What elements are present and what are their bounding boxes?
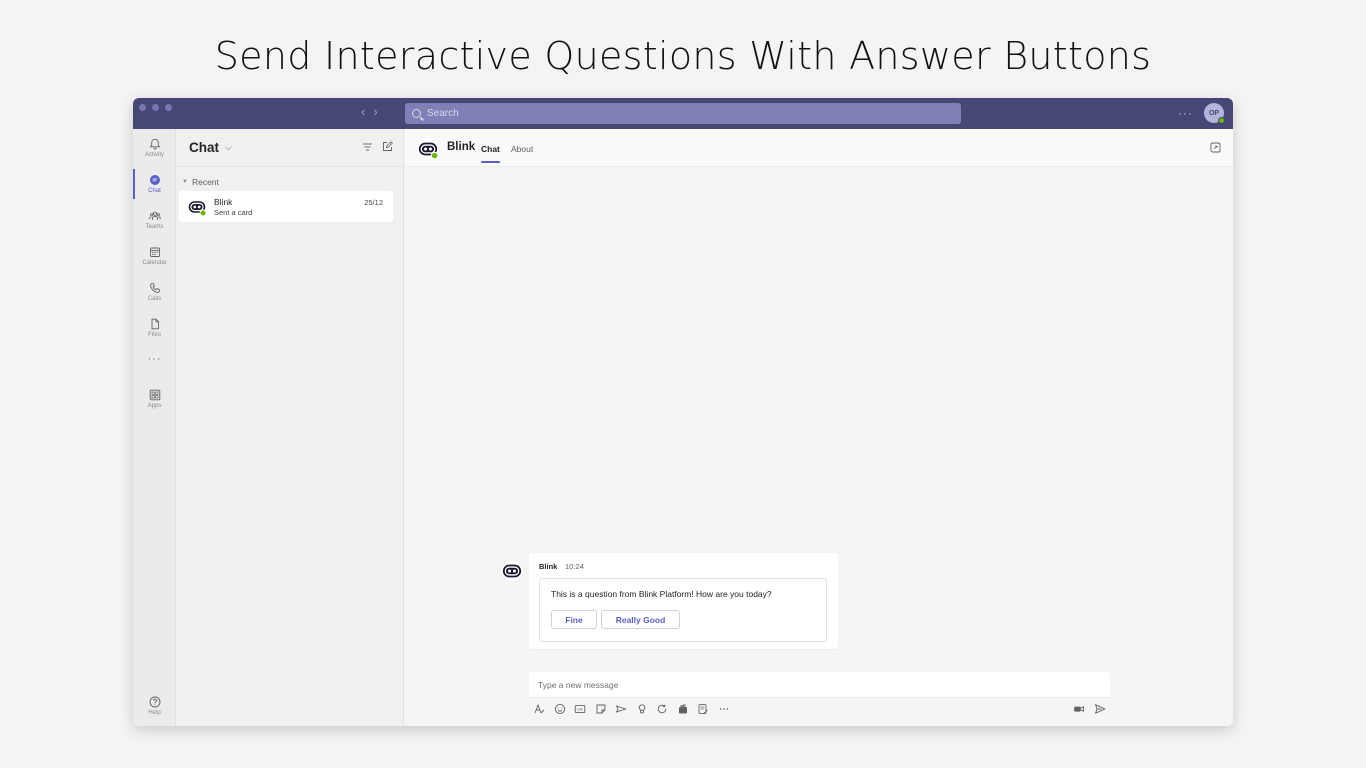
rail-item-activity[interactable]: Activity [133,131,176,165]
rail-item-calls[interactable]: Calls [133,275,176,309]
rail-item-label: Help [148,710,161,716]
compose-send-actions [1073,703,1106,715]
maximize-window-button[interactable] [165,104,172,111]
gif-icon[interactable]: GIF [574,703,586,715]
headline: Send Interactive Questions With Answer B… [214,34,1152,78]
presence-available-icon [1218,117,1225,124]
title-bar: ‹ › ··· OP [133,98,1233,129]
search-bar[interactable] [405,103,961,124]
forward-arrow-icon[interactable]: › [373,104,377,119]
bot-avatar-icon [417,138,439,160]
apps-bag-icon[interactable] [677,703,689,715]
chevron-down-icon[interactable]: ⌵ [225,142,232,153]
sticker-icon[interactable] [595,703,607,715]
compose-box[interactable] [529,672,1110,698]
chat-item-name: Blink [214,197,233,207]
video-clip-icon[interactable] [1073,703,1085,715]
message-bubble: Blink 10:24 This is a question from Blin… [529,553,838,649]
pop-out-icon[interactable] [1210,142,1221,153]
rail-item-label: Files [148,332,161,338]
emoji-icon[interactable] [554,703,566,715]
calendar-icon [149,247,160,257]
send-icon[interactable] [1094,703,1106,715]
tab-about[interactable]: About [511,144,533,154]
caret-down-icon: ▼ [182,179,188,185]
more-apps-icon[interactable]: ··· [133,353,176,365]
app-rail: Activity Chat Teams Calendar Calls Files… [133,129,176,726]
more-actions-icon[interactable] [718,703,730,715]
rail-item-help[interactable]: Help [133,696,176,716]
back-arrow-icon[interactable]: ‹ [361,104,365,119]
avatar-initials: OP [1208,109,1220,117]
rail-item-label: Calls [147,296,162,302]
chat-icon [149,175,160,185]
minimize-window-button[interactable] [152,104,159,111]
rail-item-teams[interactable]: Teams [133,203,176,237]
conversation-header: Blink Chat About [405,129,1233,167]
bell-icon [149,138,160,150]
rail-item-label: Calendar [142,260,167,266]
user-avatar[interactable]: OP [1204,103,1225,124]
format-icon[interactable] [533,703,545,715]
recent-section-header[interactable]: ▼ Recent [182,177,219,187]
window-controls [139,104,172,111]
conversation-title: Blink [447,141,476,153]
meet-now-icon[interactable] [615,703,627,715]
answer-really-good-button[interactable]: Really Good [601,610,680,629]
rail-item-label: Chat [148,188,161,194]
rail-item-label: Apps [147,403,162,409]
help-icon [149,696,160,708]
conversation-pane: Blink Chat About Blink 10:24 This is a q… [405,129,1233,726]
forms-icon[interactable] [697,703,709,715]
search-icon [412,109,421,118]
rail-item-calendar[interactable]: Calendar [133,239,176,273]
rail-item-files[interactable]: Files [133,311,176,345]
message-sender: Blink [539,562,558,571]
chat-list-pane: Chat ⌵ ▼ Recent Blink Sent a card 25/12 [176,129,404,726]
chat-list-item[interactable]: Blink Sent a card 25/12 [179,191,393,222]
message-timestamp: 10:24 [565,562,584,571]
svg-text:GIF: GIF [577,708,583,712]
teams-icon [148,211,161,220]
apps-icon [149,389,160,401]
tab-chat[interactable]: Chat [481,144,500,163]
chat-item-date: 25/12 [364,198,383,207]
bot-avatar-icon [187,197,207,217]
teams-window: ‹ › ··· OP Activity Chat Teams Calendar [133,98,1233,726]
rail-item-apps[interactable]: Apps [133,382,176,416]
adaptive-card: This is a question from Blink Platform! … [539,578,827,642]
answer-fine-button[interactable]: Fine [551,610,597,629]
card-question-text: This is a question from Blink Platform! … [551,589,772,599]
search-input[interactable] [427,108,927,119]
phone-icon [149,283,160,293]
chat-list-title[interactable]: Chat [189,140,219,155]
more-options-icon[interactable]: ··· [1178,106,1193,120]
rail-item-chat[interactable]: Chat [133,167,176,201]
file-icon [151,318,159,330]
loop-icon[interactable] [656,703,668,715]
rail-item-label: Teams [145,224,164,230]
new-chat-icon[interactable] [382,141,393,152]
bot-avatar-icon [501,560,523,582]
close-window-button[interactable] [139,104,146,111]
rail-item-label: Activity [144,152,164,158]
history-navigation: ‹ › [361,104,378,119]
chat-list-header: Chat ⌵ [176,129,403,167]
compose-toolbar: GIF [533,703,730,715]
filter-icon[interactable] [362,142,373,152]
message-input[interactable] [529,672,1110,697]
chat-item-preview: Sent a card [214,208,253,217]
recent-label: Recent [191,177,219,187]
praise-icon[interactable] [636,703,648,715]
